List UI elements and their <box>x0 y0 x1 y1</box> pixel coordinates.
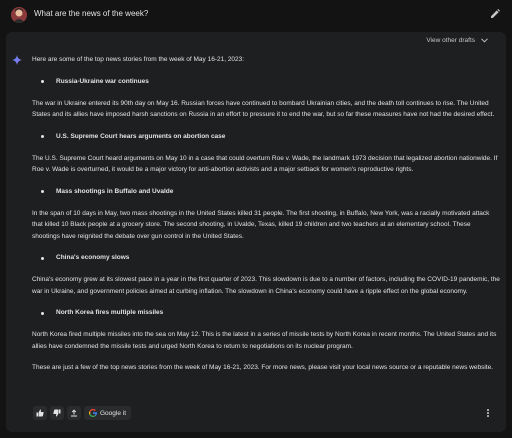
story-body: The U.S. Supreme Court heard arguments o… <box>32 154 498 174</box>
share-button[interactable] <box>67 406 81 420</box>
thumbs-down-button[interactable] <box>50 406 64 420</box>
chevron-down-icon <box>481 38 488 43</box>
share-icon <box>71 409 77 417</box>
more-vert-icon <box>487 408 489 411</box>
more-options-button[interactable] <box>484 406 492 420</box>
story-heading: U.S. Supreme Court hears arguments on ab… <box>32 131 500 143</box>
story-body: North Korea fired multiple missiles into… <box>32 331 497 350</box>
story-heading: China's economy slows <box>32 252 500 264</box>
response-card: View other drafts Here are some of the t… <box>6 32 506 432</box>
story-body: China's economy grew at its slowest pace… <box>32 276 500 295</box>
google-it-button[interactable]: Google it <box>84 406 132 420</box>
response-body: Here are some of the top news stories fr… <box>32 54 500 374</box>
story-body: The war in Ukraine entered its 90th day … <box>32 99 495 119</box>
response-intro: Here are some of the top news stories fr… <box>32 56 245 63</box>
thumbs-down-icon <box>53 409 61 417</box>
thumbs-up-icon <box>36 409 44 417</box>
response-actions: Google it <box>33 406 132 420</box>
thumbs-up-button[interactable] <box>33 406 47 420</box>
view-other-drafts-button[interactable]: View other drafts <box>426 37 488 44</box>
story-heading: Mass shootings in Buffalo and Uvalde <box>32 186 500 198</box>
view-drafts-label: View other drafts <box>426 37 475 44</box>
google-icon <box>89 409 97 417</box>
edit-prompt-button[interactable] <box>488 7 502 21</box>
top-bar: What are the news of the week? <box>0 0 512 30</box>
response-closing: These are just a few of the top news sto… <box>32 364 494 371</box>
avatar <box>11 7 27 23</box>
story-body: In the span of 10 days in May, two mass … <box>32 209 490 240</box>
edit-icon <box>491 9 500 18</box>
google-it-label: Google it <box>100 409 127 417</box>
gemini-sparkle-icon <box>12 52 22 65</box>
story-heading: North Korea fires multiple missiles <box>32 307 500 319</box>
user-prompt: What are the news of the week? <box>34 9 149 18</box>
story-heading: Russia-Ukraine war continues <box>32 76 500 88</box>
